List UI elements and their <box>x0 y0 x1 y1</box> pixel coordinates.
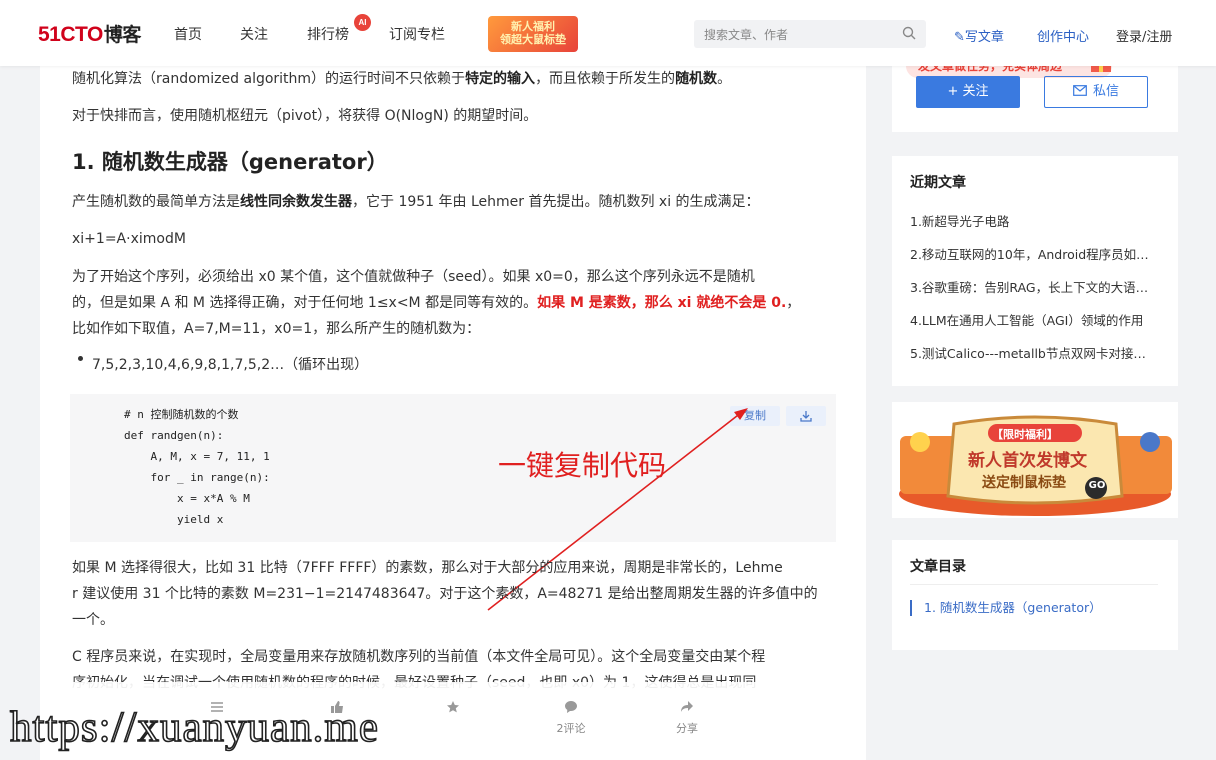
annotation-copy-code: 一键复制代码 <box>498 449 667 482</box>
comment-icon <box>565 701 577 713</box>
message-button[interactable]: 私信 <box>1044 76 1148 108</box>
paragraph-m-line1: 如果 M 选择得很大，比如 31 比特（7FFF FFFF）的素数，那么对于大部… <box>72 560 783 576</box>
recent-article-link[interactable]: 2.移动互联网的10年，Android程序员如何… <box>910 247 1160 280</box>
article-body: 随机化算法（randomized algorithm）的运行时间不只依赖于特定的… <box>40 66 866 760</box>
formula-text: xi+1=A·ximodM <box>72 231 186 247</box>
recent-article-link[interactable]: 3.谷歌重磅：告别RAG，长上下文的大语言… <box>910 280 1160 313</box>
ad-headline: 新人首次发博文 <box>968 451 1087 471</box>
search-input[interactable]: 搜索文章、作者 <box>694 20 926 48</box>
ai-badge: AI <box>354 14 371 31</box>
share-icon <box>681 701 693 712</box>
search-icon[interactable] <box>902 26 916 40</box>
mail-icon <box>1073 85 1087 96</box>
paragraph-seed-line3: 比如作如下取值，A=7,M=11，x0=1，那么所产生的随机数为： <box>72 321 481 337</box>
creator-center-link[interactable]: 创作中心 <box>1037 26 1089 45</box>
recent-articles-title: 近期文章 <box>910 175 966 191</box>
nav-home[interactable]: 首页 <box>174 24 202 44</box>
recent-article-link[interactable]: 1.新超导光子电路 <box>910 214 1160 247</box>
paragraph-lcg: 产生随机数的最简单方法是线性同余数发生器，它于 1951 年由 Lehmer 首… <box>72 194 760 210</box>
write-article-link[interactable]: ✎写文章 <box>954 26 1004 45</box>
paragraph-pivot: 对于快排而言，使用随机枢纽元（pivot），将获得 O(NlogN) 的期望时间… <box>72 108 538 124</box>
newcomer-promo[interactable]: 新人福利 领超大鼠标垫 <box>488 16 578 52</box>
recent-articles-card: 近期文章 1.新超导光子电路 2.移动互联网的10年，Android程序员如何…… <box>892 156 1178 386</box>
nav-subscribe[interactable]: 订阅专栏 <box>389 24 445 44</box>
download-icon <box>800 411 812 422</box>
paragraph-c-line1: C 程序员来说，在实现时，全局变量用来存放随机数序列的当前值（本文件全局可见）。… <box>72 649 766 665</box>
newcomer-ad-banner[interactable]: 【限时福利】 新人首次发博文 送定制鼠标垫 GO <box>892 402 1178 518</box>
ad-tag: 【限时福利】 <box>992 428 1058 441</box>
paragraph-seed-line1: 为了开始这个序列，必须给出 x0 某个值，这个值就做种子（seed）。如果 x0… <box>72 269 755 285</box>
section-heading: 1. 随机数生成器（generator） <box>72 150 388 174</box>
copy-code-button[interactable]: 复制 <box>730 406 780 426</box>
toc-divider <box>910 584 1158 585</box>
ad-subline: 送定制鼠标垫 <box>982 475 1066 491</box>
paragraph-seed-line2: 的，但是如果 A 和 M 选择得正确，对于任何地 1≤x<M 都是同等有效的。如… <box>72 295 801 311</box>
author-card: 发文章做任务，兑实体周边 + 关注 私信 <box>892 46 1178 132</box>
site-logo[interactable]: 51CTO博客 <box>38 20 141 47</box>
recent-article-link[interactable]: 4.LLM在通用人工智能（AGI）领域的作用 <box>910 313 1160 346</box>
site-header: 51CTO博客 首页 关注 排行榜 订阅专栏 AI 新人福利 领超大鼠标垫 搜索文… <box>0 0 1216 66</box>
paragraph-m-line2: r 建议使用 31 个比特的素数 M=231−1=2147483647。对于这个… <box>72 586 818 602</box>
favorite-action[interactable] <box>428 700 478 720</box>
paragraph-m-line3: 一个。 <box>72 612 114 628</box>
nav-ranking[interactable]: 排行榜 <box>307 24 349 44</box>
recent-article-link[interactable]: 5.测试Calico---metallb节点双网卡对接… <box>910 346 1160 379</box>
download-code-button[interactable] <box>786 406 826 426</box>
code-block: # n 控制随机数的个数 def randgen(n): A, M, x = 7… <box>70 394 836 542</box>
share-action[interactable]: 分享 <box>662 700 712 736</box>
bullet-sequence: 7,5,2,3,10,4,6,9,8,1,7,5,2…（循环出现） <box>92 357 369 373</box>
nav-follow[interactable]: 关注 <box>240 24 268 44</box>
follow-button[interactable]: + 关注 <box>916 76 1020 108</box>
site-watermark: https://xuanyuan.me <box>9 703 379 752</box>
ad-badge: GO <box>1088 480 1106 491</box>
toc-item[interactable]: 1. 随机数生成器（generator） <box>910 600 1102 616</box>
bullet-dot <box>78 356 83 361</box>
comment-action[interactable]: 2评论 <box>546 700 596 736</box>
recent-articles-list: 1.新超导光子电路 2.移动互联网的10年，Android程序员如何… 3.谷歌… <box>910 214 1160 379</box>
login-register-link[interactable]: 登录/注册 <box>1116 26 1172 45</box>
star-icon <box>447 701 459 713</box>
code-text: # n 控制随机数的个数 def randgen(n): A, M, x = 7… <box>124 408 270 526</box>
toc-title: 文章目录 <box>910 559 966 575</box>
paragraph-intro: 随机化算法（randomized algorithm）的运行时间不只依赖于特定的… <box>72 71 732 87</box>
toc-card: 文章目录 1. 随机数生成器（generator） <box>892 540 1178 650</box>
pen-icon: ✎ <box>954 30 965 45</box>
